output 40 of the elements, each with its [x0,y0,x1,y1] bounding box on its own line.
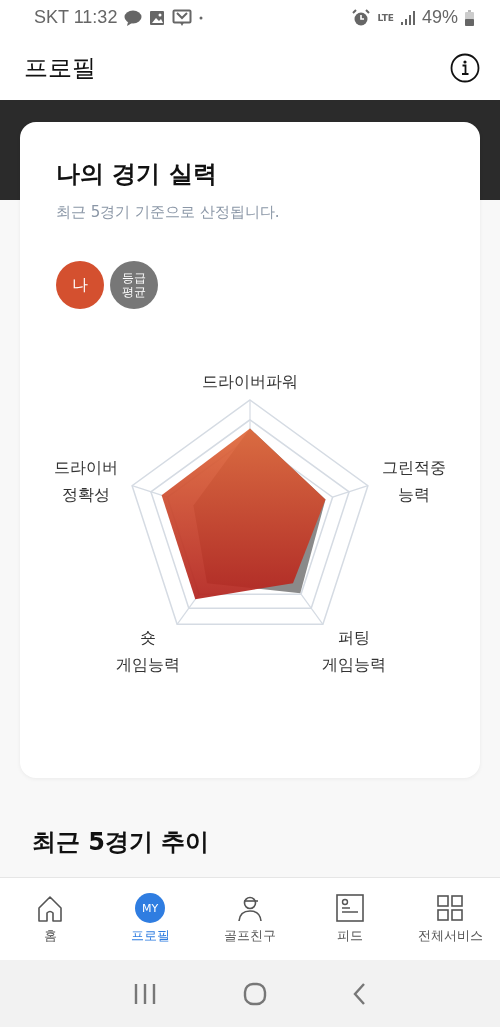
nav-label: 피드 [337,927,363,945]
status-time: SKT 11:32 [34,7,118,28]
axis-label: 숏 게임능력 [116,627,180,676]
battery-icon [465,9,474,26]
nav-label: 골프친구 [224,927,276,945]
notification-dot-icon [199,15,204,20]
legend-chip: 등급 평균 [110,261,158,309]
legend-chip: 나 [56,261,104,309]
person-with-cap-icon [236,894,264,922]
card-title: 나의 경기 실력 [56,159,218,190]
home-button-icon[interactable] [243,981,267,1006]
axis-label: 퍼팅 게임능력 [322,627,386,676]
nav-tab[interactable]: 전체서비스 [400,878,500,960]
nav-label: 프로필 [130,927,170,945]
back-icon[interactable] [353,981,367,1006]
grid-icon [436,894,464,922]
nav-tab[interactable]: 피드 [300,878,400,960]
feed-card-icon [336,894,364,922]
info-icon[interactable] [450,52,480,83]
axis-label: 그린적중 능력 [382,457,446,506]
home-icon [36,894,64,922]
nav-tab[interactable]: 골프친구 [200,878,300,960]
axis-label: 드라이버파워 [202,370,298,393]
nav-tab[interactable]: 홈 [0,878,100,960]
network-label: LTE [377,12,394,23]
recent-apps-icon[interactable] [133,982,157,1005]
profile-badge: MY [135,893,165,923]
battery-percent: 49% [421,7,458,28]
section-title: 최근 5경기 추이 [32,827,211,858]
signal-icon [400,10,415,25]
nav-label: 홈 [43,927,57,945]
alarm-icon [352,8,371,27]
axis-label: 드라이버 정확성 [54,457,118,506]
message-icon [172,8,193,27]
page-title: 프로필 [24,52,96,84]
nav-label: 전체서비스 [417,927,483,945]
card-subtitle: 최근 5경기 기준으로 산정됩니다. [56,202,281,222]
chat-bubble-icon [124,9,143,26]
image-icon [149,9,166,26]
nav-tab[interactable]: MY 프로필 [100,878,200,960]
